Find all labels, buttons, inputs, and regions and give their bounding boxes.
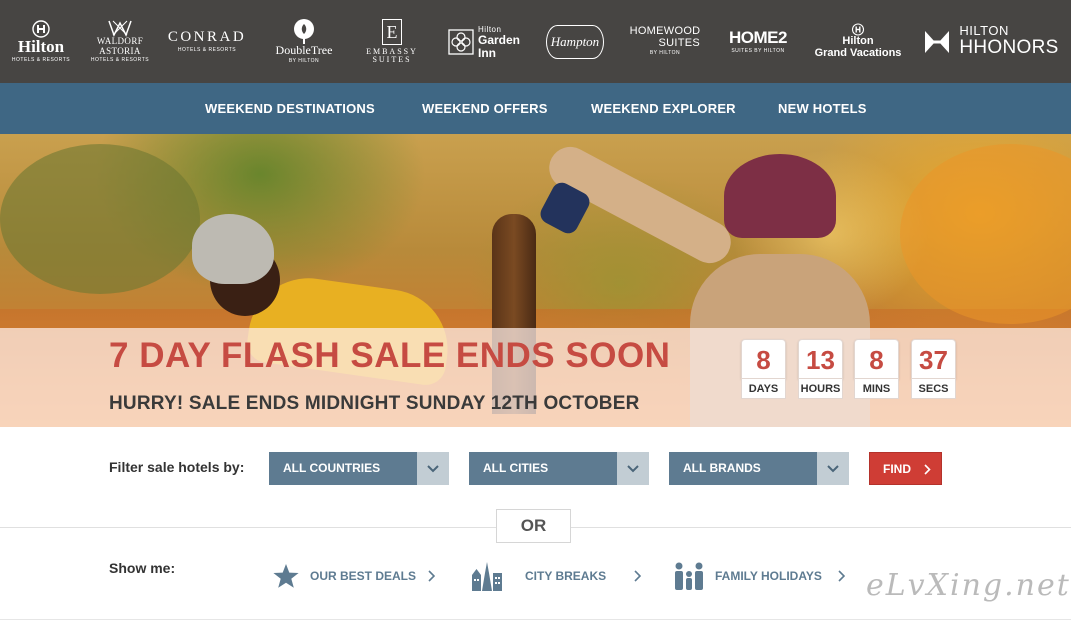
countdown-mins-value: 8: [854, 339, 899, 379]
best-deals-link[interactable]: OUR BEST DEALS: [272, 556, 436, 596]
hero-woman-beanie: [192, 214, 274, 284]
best-deals-label: OUR BEST DEALS: [310, 569, 417, 583]
country-select[interactable]: ALL COUNTRIES: [269, 452, 449, 485]
brand-doubletree-logo[interactable]: DoubleTree BY HILTON: [266, 0, 342, 83]
brand-homewood-logo[interactable]: HOMEWOOD SUITES BY HILTON: [626, 0, 704, 83]
countdown-mins: 8 MINS: [854, 339, 899, 399]
brand-conrad-name: CONRAD: [167, 28, 247, 45]
filter-label: Filter sale hotels by:: [109, 459, 245, 475]
brand-hilton-tagline: HOTELS & RESORTS: [11, 56, 71, 63]
city-breaks-link[interactable]: CITY BREAKS: [471, 556, 642, 596]
brand-home2-logo[interactable]: HOME2 SUITES BY HILTON: [722, 0, 794, 83]
brand-doubletree-name: DoubleTree: [275, 43, 333, 58]
brand-select[interactable]: ALL BRANDS: [669, 452, 849, 485]
city-select[interactable]: ALL CITIES: [469, 452, 649, 485]
brand-garden-inn-name-2: Inn: [477, 45, 496, 60]
brand-home2-tagline: SUITES BY HILTON: [731, 47, 785, 54]
brand-grand-vacations-name: Grand Vacations: [814, 47, 902, 59]
chevron-down-icon[interactable]: [417, 452, 449, 485]
chevron-right-icon: [428, 570, 436, 582]
show-me-label: Show me:: [109, 560, 176, 576]
sale-title: 7 DAY FLASH SALE ENDS SOON: [109, 336, 671, 375]
chevron-right-icon: [924, 464, 931, 475]
countdown-days: 8 DAYS: [741, 339, 786, 399]
brand-waldorf-name-2: ASTORIA: [99, 45, 141, 56]
family-holidays-label: FAMILY HOLIDAYS: [715, 569, 822, 583]
chevron-right-icon: [838, 570, 845, 582]
brand-waldorf-logo[interactable]: WALDORF ASTORIA HOTELS & RESORTS: [90, 0, 150, 83]
countdown-mins-label: MINS: [854, 379, 899, 399]
hampton-badge: Hampton: [546, 24, 604, 59]
brand-garden-inn-name-1: Garden: [477, 33, 520, 48]
brand-hampton-name: Hampton: [550, 33, 600, 49]
hero-man-hat: [724, 154, 836, 238]
or-separator: OR: [496, 509, 571, 543]
hhonors-h-icon: [925, 30, 950, 53]
family-holidays-link[interactable]: FAMILY HOLIDAYS: [673, 556, 845, 596]
brand-hilton-name: Hilton: [17, 36, 65, 56]
nav-weekend-destinations[interactable]: WEEKEND DESTINATIONS: [205, 83, 375, 134]
hero-bush-left: [0, 144, 200, 294]
bottom-divider: [0, 619, 1071, 620]
country-select-value: ALL COUNTRIES: [283, 461, 381, 475]
nav-weekend-offers[interactable]: WEEKEND OFFERS: [422, 83, 548, 134]
countdown-secs-label: SECS: [911, 379, 956, 399]
countdown-hours-label: HOURS: [798, 379, 843, 399]
brand-conrad-logo[interactable]: CONRAD HOTELS & RESORTS: [166, 0, 248, 83]
countdown-secs-value: 37: [911, 339, 956, 379]
city-select-value: ALL CITIES: [483, 461, 549, 475]
hero-bush-right: [900, 144, 1071, 324]
sale-subtitle: HURRY! SALE ENDS MIDNIGHT SUNDAY 12TH OC…: [109, 393, 640, 414]
city-skyline-icon: [472, 562, 502, 591]
find-button-label: FIND: [883, 462, 911, 476]
countdown-days-label: DAYS: [741, 379, 786, 399]
chevron-right-icon: [634, 570, 642, 582]
brand-conrad-tagline: HOTELS & RESORTS: [177, 46, 237, 53]
hilton-emblem-icon: [32, 20, 50, 38]
brand-embassy-logo[interactable]: E EMBASSY SUITES: [360, 0, 424, 83]
brand-homewood-tagline: BY HILTON: [649, 50, 681, 57]
embassy-e-icon: E: [382, 18, 402, 45]
countdown-secs: 37 SECS: [911, 339, 956, 399]
brand-select-value: ALL BRANDS: [683, 461, 761, 475]
waldorf-monogram-icon: [108, 20, 132, 38]
garden-inn-flower-icon: [448, 28, 474, 55]
brand-hilton-logo[interactable]: Hilton HOTELS & RESORTS: [8, 0, 74, 83]
family-icon: [675, 562, 703, 590]
city-breaks-label: CITY BREAKS: [525, 569, 607, 583]
star-icon: [273, 564, 299, 588]
doubletree-tree-icon: [294, 19, 314, 45]
brand-hhonors-hilton: HILTON: [959, 23, 1009, 39]
brand-grand-vacations-logo[interactable]: Hilton Grand Vacations: [810, 0, 906, 83]
brand-hhonors-name: HHONORS: [959, 36, 1059, 58]
brand-waldorf-tagline: HOTELS & RESORTS: [90, 57, 150, 64]
embassy-e-letter: E: [386, 21, 398, 42]
countdown-hours-value: 13: [798, 339, 843, 379]
brand-home2-name: HOME2: [729, 27, 787, 47]
chevron-down-icon[interactable]: [817, 452, 849, 485]
chevron-down-icon[interactable]: [617, 452, 649, 485]
find-button[interactable]: FIND: [869, 452, 942, 485]
brand-hhonors-logo[interactable]: HILTON HHONORS: [918, 0, 1064, 83]
main-nav: WEEKEND DESTINATIONS WEEKEND OFFERS WEEK…: [0, 83, 1071, 134]
brand-embassy-name-2: SUITES: [372, 55, 412, 64]
countdown-days-value: 8: [741, 339, 786, 379]
nav-new-hotels[interactable]: NEW HOTELS: [778, 83, 867, 134]
watermark: eLvXing.net: [866, 568, 1071, 603]
brand-garden-inn-logo[interactable]: Hilton Garden Inn: [445, 0, 523, 83]
brand-homewood-name-2: SUITES: [658, 36, 700, 49]
brand-bar: Hilton HOTELS & RESORTS WALDORF ASTORIA …: [0, 0, 1071, 83]
brand-doubletree-tagline: BY HILTON: [288, 58, 320, 65]
countdown-hours: 13 HOURS: [798, 339, 843, 399]
nav-weekend-explorer[interactable]: WEEKEND EXPLORER: [591, 83, 736, 134]
brand-hampton-logo[interactable]: Hampton: [540, 0, 610, 83]
